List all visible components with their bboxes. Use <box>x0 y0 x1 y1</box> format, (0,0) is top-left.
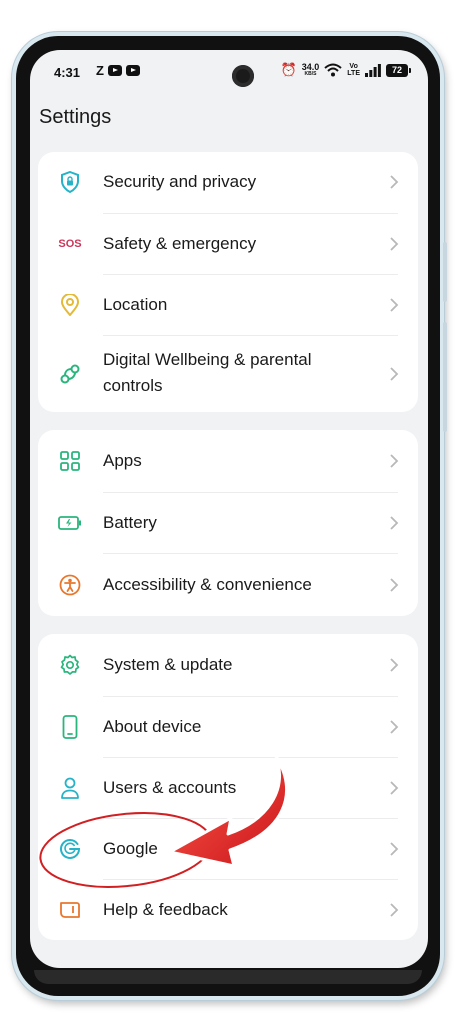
location-pin-icon <box>58 293 82 317</box>
notification-icons: Z <box>96 63 140 78</box>
chevron-right-icon <box>390 578 399 592</box>
chevron-right-icon <box>390 298 399 312</box>
chevron-right-icon <box>390 454 399 468</box>
settings-item-wellbeing[interactable]: Digital Wellbeing & parental controls <box>38 336 418 412</box>
wellbeing-icon <box>58 362 82 386</box>
user-icon <box>58 776 82 800</box>
settings-item-help-feedback[interactable]: Help & feedback <box>38 880 418 940</box>
settings-item-security[interactable]: Security and privacy <box>38 152 418 212</box>
chevron-right-icon <box>390 842 399 856</box>
phone-icon <box>58 715 82 739</box>
wifi-icon <box>324 63 342 77</box>
item-label: Users & accounts <box>103 778 237 797</box>
volume-button <box>443 242 447 302</box>
status-time: 4:31 <box>54 65 81 80</box>
chevron-right-icon <box>390 781 399 795</box>
youtube-icon <box>107 65 122 76</box>
settings-item-system-update[interactable]: System & update <box>38 634 418 696</box>
sos-icon: SOS <box>58 238 82 250</box>
notif-z-icon: Z <box>96 63 104 78</box>
chevron-right-icon <box>390 658 399 672</box>
item-label: Safety & emergency <box>103 234 257 253</box>
item-label: Security and privacy <box>103 172 257 191</box>
chevron-right-icon <box>390 237 399 251</box>
item-label: Battery <box>103 513 157 532</box>
settings-item-apps[interactable]: Apps <box>38 430 418 492</box>
front-camera <box>232 65 254 87</box>
apps-grid-icon <box>58 449 82 473</box>
google-icon <box>58 837 82 861</box>
item-label: Google <box>103 839 158 858</box>
item-label: Digital Wellbeing & parental controls <box>103 347 312 399</box>
settings-group-1: Security and privacy SOS Safety & emerge… <box>38 152 418 412</box>
item-label-line1: Digital Wellbeing & parental <box>103 350 312 369</box>
alarm-icon: ⏰ <box>280 62 297 77</box>
status-bar: 4:31 Z ⏰ 34.0 KB/S Vo LTE 72 <box>30 50 428 90</box>
item-label: Location <box>103 295 168 314</box>
volte-icon: Vo LTE <box>347 63 360 77</box>
chevron-right-icon <box>390 367 399 381</box>
item-label: Apps <box>103 451 142 470</box>
settings-group-3: System & update About device Users & acc… <box>38 634 418 940</box>
chevron-right-icon <box>390 720 399 734</box>
settings-item-accessibility[interactable]: Accessibility & convenience <box>38 554 418 616</box>
battery-indicator: 72 <box>386 63 411 77</box>
gear-icon <box>58 653 82 677</box>
item-label: About device <box>103 717 202 736</box>
settings-item-battery[interactable]: Battery <box>38 493 418 553</box>
chevron-right-icon <box>390 175 399 189</box>
phone-chin <box>34 970 422 984</box>
item-label-line2: controls <box>103 376 163 395</box>
settings-item-location[interactable]: Location <box>38 275 418 335</box>
settings-group-2: Apps Battery Accessibility & convenience <box>38 430 418 616</box>
settings-item-google[interactable]: Google <box>38 819 418 879</box>
item-label: Help & feedback <box>103 900 228 919</box>
chevron-right-icon <box>390 516 399 530</box>
signal-icon <box>365 63 381 77</box>
settings-item-about-device[interactable]: About device <box>38 697 418 757</box>
power-button <box>443 322 447 432</box>
settings-item-safety[interactable]: SOS Safety & emergency <box>38 214 418 274</box>
system-icons: ⏰ 34.0 KB/S Vo LTE 72 <box>280 62 411 78</box>
settings-item-users-accounts[interactable]: Users & accounts <box>38 758 418 818</box>
help-book-icon <box>58 898 82 922</box>
item-label: System & update <box>103 655 233 674</box>
page-title: Settings <box>39 106 112 128</box>
battery-icon <box>58 511 82 535</box>
youtube-icon <box>125 65 140 76</box>
screen: 4:31 Z ⏰ 34.0KB/S VoLTE 72 Settings Se <box>30 50 428 968</box>
accessibility-icon <box>58 573 82 597</box>
network-speed: 34.0 KB/S <box>301 62 320 78</box>
item-label: Accessibility & convenience <box>103 575 312 594</box>
shield-lock-icon <box>58 170 82 194</box>
chevron-right-icon <box>390 903 399 917</box>
